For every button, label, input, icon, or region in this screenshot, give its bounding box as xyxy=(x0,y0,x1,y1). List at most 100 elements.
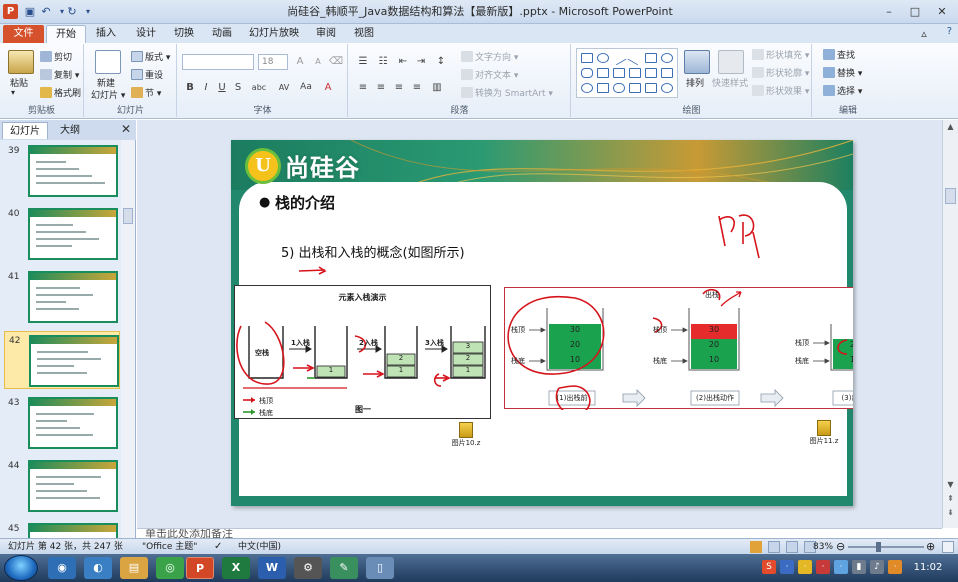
text-direction-button[interactable]: 文字方向 ▾ xyxy=(461,50,518,63)
shadow-button[interactable]: abc xyxy=(248,80,270,95)
new-slide-dropdown[interactable]: 幻灯片 ▾ xyxy=(91,88,125,101)
slide-thumbnail[interactable]: 44 xyxy=(4,457,120,515)
bold-button[interactable]: B xyxy=(182,80,198,95)
push-diagram[interactable]: 元素入栈演示 空栈 1入栈 2入栈 3入栈 1 1 2 1 2 3 栈顶 栈底 … xyxy=(234,285,491,419)
paste-icon[interactable] xyxy=(8,50,34,74)
arc-shape-icon[interactable] xyxy=(613,83,625,93)
close-button[interactable]: ✕ xyxy=(930,2,954,21)
scroll-up-icon[interactable]: ▲ xyxy=(945,122,956,134)
line2-shape-icon[interactable] xyxy=(627,50,643,66)
undo-icon[interactable]: ↶ xyxy=(38,4,54,20)
copy-button[interactable]: 复制 ▾ xyxy=(40,68,79,81)
thumbnail-scrollbar[interactable] xyxy=(121,140,135,538)
excel-taskbar-icon[interactable]: X xyxy=(222,557,250,579)
tab-view[interactable]: 视图 xyxy=(346,25,382,43)
customize-qat-icon[interactable]: ▾ xyxy=(80,4,96,20)
shapes-gallery[interactable] xyxy=(576,48,678,98)
taskbar-app-icon-1[interactable]: ◉ xyxy=(48,557,76,579)
change-case-button[interactable]: Aa xyxy=(296,80,316,95)
replace-button[interactable]: 替换 ▾ xyxy=(823,66,862,79)
font-color-icon[interactable]: A xyxy=(320,80,336,95)
decrease-indent-icon[interactable]: ⇤ xyxy=(395,54,411,69)
language-status[interactable]: 中文(中国) xyxy=(238,539,281,555)
volume-icon[interactable]: ♪ xyxy=(870,560,884,574)
browser-icon[interactable]: ◎ xyxy=(156,557,184,579)
save-icon[interactable]: ▣ xyxy=(22,4,38,20)
font-name-field[interactable] xyxy=(182,54,254,70)
slide-vertical-scrollbar[interactable]: ▲ ▼ ⇞ ⇟ xyxy=(942,120,958,528)
tab-outline[interactable]: 大纲 xyxy=(50,122,90,139)
align-text-button[interactable]: 对齐文本 ▾ xyxy=(461,68,518,81)
shape-fill-button[interactable]: 形状填充 ▾ xyxy=(752,48,809,61)
new-slide-icon[interactable] xyxy=(95,50,121,74)
shape-outline-button[interactable]: 形状轮廓 ▾ xyxy=(752,66,809,79)
star-shape-icon[interactable] xyxy=(661,83,673,93)
rectangle-shape-icon[interactable] xyxy=(581,53,593,63)
format-painter-button[interactable]: 格式刷 xyxy=(40,86,81,99)
thumbnail-scroll-thumb[interactable] xyxy=(123,208,133,224)
notes-pane[interactable]: 单击此处添加备注 xyxy=(137,528,942,538)
tab-slides[interactable]: 幻灯片 xyxy=(2,122,48,139)
next-slide-icon[interactable]: ⇟ xyxy=(945,508,956,520)
input-method-icon[interactable]: S xyxy=(762,560,776,574)
tray-icon-1[interactable]: · xyxy=(780,560,794,574)
zoom-out-icon[interactable]: ⊖ xyxy=(836,539,845,555)
slide-thumbnail[interactable]: 39 xyxy=(4,142,120,200)
increase-indent-icon[interactable]: ⇥ xyxy=(413,54,429,69)
arrow-right-shape-icon[interactable] xyxy=(629,68,641,78)
reading-view-icon[interactable] xyxy=(786,541,798,553)
start-button-icon[interactable] xyxy=(4,555,38,581)
arrange-icon[interactable] xyxy=(684,50,710,74)
italic-button[interactable]: I xyxy=(198,80,214,95)
slide-thumbnail[interactable]: 41 xyxy=(4,268,120,326)
network-icon[interactable]: ▮ xyxy=(852,560,866,574)
tab-animations[interactable]: 动画 xyxy=(204,25,240,43)
word-taskbar-icon[interactable]: W xyxy=(258,557,286,579)
tray-icon-5[interactable]: · xyxy=(888,560,902,574)
app-taskbar-icon[interactable]: ⚙ xyxy=(294,557,322,579)
fit-to-window-icon[interactable] xyxy=(942,541,954,553)
align-right-icon[interactable]: ≡ xyxy=(391,80,407,95)
minimize-ribbon-icon[interactable]: ▵ xyxy=(916,24,932,43)
tab-transitions[interactable]: 切换 xyxy=(166,25,202,43)
tray-icon-3[interactable]: · xyxy=(816,560,830,574)
triangle-shape-icon[interactable] xyxy=(597,68,609,78)
help-icon[interactable]: ? xyxy=(947,26,952,37)
cut-button[interactable]: 剪切 xyxy=(40,50,72,63)
slide-title[interactable]: 栈的介绍 xyxy=(275,192,335,213)
align-center-icon[interactable]: ≡ xyxy=(373,80,389,95)
previous-slide-icon[interactable]: ⇞ xyxy=(945,494,956,506)
current-slide[interactable]: U 尚硅谷 ● 栈的介绍 5) 出栈和入栈的概念(如图所示) 元素入栈演示 空栈… xyxy=(231,140,853,506)
taskbar-clock[interactable]: 11:02 xyxy=(906,554,950,582)
brace2-shape-icon[interactable] xyxy=(645,83,657,93)
grow-font-icon[interactable]: A xyxy=(292,54,308,69)
font-size-field[interactable]: 18 xyxy=(258,54,288,70)
connector-shape-icon[interactable] xyxy=(613,68,625,78)
reset-button[interactable]: 重设 xyxy=(131,68,163,81)
close-pane-icon[interactable]: ✕ xyxy=(121,122,131,136)
rounded-rect-shape-icon[interactable] xyxy=(581,68,593,78)
slide-thumbnail[interactable]: 43 xyxy=(4,394,120,452)
scroll-down-icon[interactable]: ▼ xyxy=(945,480,956,492)
redo-icon[interactable]: ↻ xyxy=(64,4,80,20)
maximize-button[interactable]: □ xyxy=(904,2,926,21)
bullets-icon[interactable]: ☰ xyxy=(355,54,371,69)
arrow-up-shape-icon[interactable] xyxy=(645,68,657,78)
zoom-slider-knob[interactable] xyxy=(876,542,881,552)
zoom-slider[interactable] xyxy=(848,546,924,548)
layout-button[interactable]: 版式 ▾ xyxy=(131,50,170,63)
underline-button[interactable]: U xyxy=(214,80,230,95)
tab-file[interactable]: 文件 xyxy=(3,25,44,43)
pop-diagram[interactable]: 栈顶 栈底 30 20 10 栈顶 栈底 30 20 10 出栈 栈顶 栈底 2… xyxy=(504,287,853,410)
tab-review[interactable]: 审阅 xyxy=(308,25,344,43)
taskbar-app-icon-2[interactable]: ◐ xyxy=(84,557,112,579)
smartart-button[interactable]: 转换为 SmartArt ▾ xyxy=(461,86,553,99)
tab-home[interactable]: 开始 xyxy=(46,25,86,43)
attachment-image10[interactable]: 图片10.z xyxy=(449,422,483,448)
app3-taskbar-icon[interactable]: ▯ xyxy=(366,557,394,579)
quick-styles-icon[interactable] xyxy=(718,50,744,74)
tab-insert[interactable]: 插入 xyxy=(88,25,124,43)
strikethrough-button[interactable]: S xyxy=(230,80,246,95)
freeform-shape-icon[interactable] xyxy=(597,83,609,93)
line-shape-icon[interactable] xyxy=(611,50,627,66)
